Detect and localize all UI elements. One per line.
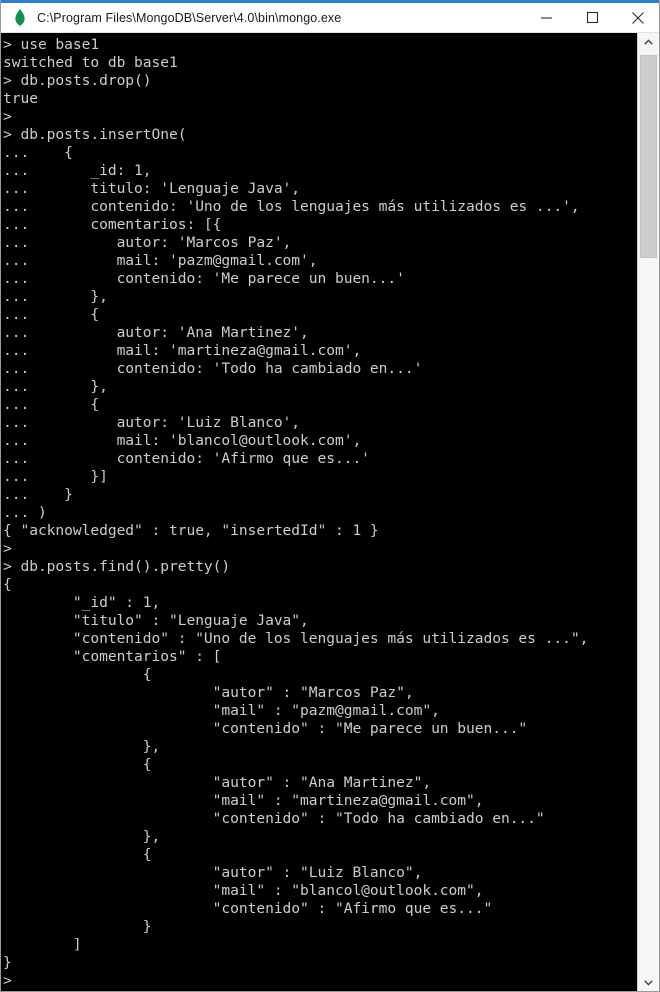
- chevron-up-icon[interactable]: [638, 33, 659, 52]
- terminal-output: > use base1 switched to db base1 > db.po…: [3, 36, 589, 989]
- terminal-console[interactable]: > use base1 switched to db base1 > db.po…: [1, 33, 639, 991]
- mongodb-leaf-icon: [12, 8, 28, 28]
- minimize-button[interactable]: [523, 3, 569, 32]
- mongo-shell-window: C:\Program Files\MongoDB\Server\4.0\bin\…: [0, 0, 660, 992]
- scrollbar-thumb[interactable]: [640, 55, 657, 258]
- chevron-down-icon[interactable]: [638, 973, 659, 991]
- close-button[interactable]: [615, 3, 659, 32]
- window-titlebar[interactable]: C:\Program Files\MongoDB\Server\4.0\bin\…: [1, 3, 659, 33]
- maximize-button[interactable]: [569, 3, 615, 32]
- vertical-scrollbar[interactable]: [637, 33, 659, 991]
- window-title: C:\Program Files\MongoDB\Server\4.0\bin\…: [37, 10, 342, 25]
